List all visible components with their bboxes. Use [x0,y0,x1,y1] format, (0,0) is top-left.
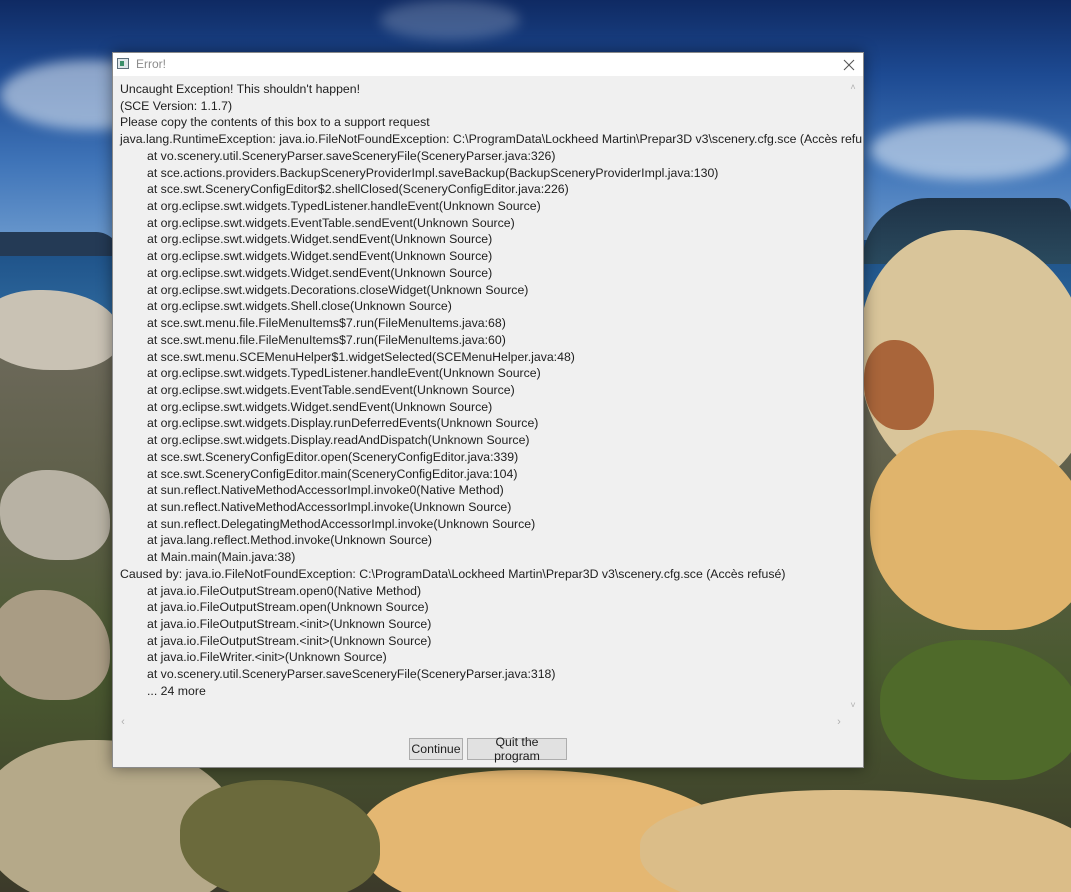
stack-trace-line: at org.eclipse.swt.widgets.Widget.sendEv… [147,232,493,247]
stack-trace-line: at org.eclipse.swt.widgets.TypedListener… [147,199,541,214]
stack-trace-line: at sun.reflect.NativeMethodAccessorImpl.… [147,499,512,514]
stack-trace-line: at java.io.FileWriter.<init>(Unknown Sou… [147,650,387,665]
close-button[interactable] [835,53,863,76]
continue-button[interactable]: Continue [409,738,463,760]
stack-trace-line: at sce.actions.providers.BackupSceneryPr… [147,165,719,180]
wallpaper-cloud [380,0,520,40]
stack-trace-line: at vo.scenery.util.SceneryParser.saveSce… [147,148,556,163]
stack-trace-line: at sun.reflect.NativeMethodAccessorImpl.… [147,483,504,498]
wallpaper-cloud [870,120,1070,180]
exception-text-area[interactable]: Uncaught Exception! This shouldn't happe… [114,77,862,711]
scroll-left-arrow-icon[interactable]: ‹ [117,715,129,729]
message-line: java.lang.RuntimeException: java.io.File… [120,132,862,147]
stack-trace-line: at org.eclipse.swt.widgets.EventTable.se… [147,382,515,397]
message-line: Uncaught Exception! This shouldn't happe… [120,82,361,96]
title-bar[interactable]: Error! [113,53,863,76]
exception-message[interactable]: Uncaught Exception! This shouldn't happe… [120,81,862,700]
java-app-icon [117,58,129,69]
stack-trace-line: at java.io.FileOutputStream.<init>(Unkno… [147,633,432,648]
scroll-up-arrow-icon[interactable]: ˄ [847,81,859,93]
stack-trace-line: at org.eclipse.swt.widgets.Display.readA… [147,433,530,448]
stack-trace-line: at org.eclipse.swt.widgets.EventTable.se… [147,215,515,230]
error-dialog: Error! Uncaught Exception! This shouldn'… [112,52,864,768]
stack-trace-line: at sce.swt.SceneryConfigEditor.open(Scen… [147,449,519,464]
stack-trace-line: at org.eclipse.swt.widgets.Shell.close(U… [147,299,452,314]
stack-trace-line: at sce.swt.menu.SCEMenuHelper$1.widgetSe… [147,349,575,364]
vertical-scrollbar[interactable]: ˄ ˅ [847,81,859,711]
stack-trace-line: at org.eclipse.swt.widgets.Display.runDe… [147,416,539,431]
wallpaper-rock [640,790,1071,892]
close-icon [843,59,855,70]
stack-trace-line: at org.eclipse.swt.widgets.Decorations.c… [147,282,529,297]
quit-program-button[interactable]: Quit the program [467,735,567,763]
scroll-down-arrow-icon[interactable]: ˅ [847,699,859,711]
stack-trace-line: at Main.main(Main.java:38) [147,550,296,565]
stack-trace-line: at java.io.FileOutputStream.open0(Native… [147,583,422,598]
stack-trace-line: at java.io.FileOutputStream.<init>(Unkno… [147,617,432,631]
stack-trace-line: at sce.swt.menu.file.FileMenuItems$7.run… [147,332,506,347]
window-title: Error! [136,57,166,71]
stack-trace-line: at java.lang.reflect.Method.invoke(Unkno… [147,533,433,548]
stack-trace-line: at org.eclipse.swt.widgets.Widget.sendEv… [147,265,493,280]
stack-trace-line: at sce.swt.menu.file.FileMenuItems$7.run… [147,316,506,331]
horizontal-scrollbar[interactable]: ‹ › [117,715,845,729]
stack-trace-line: at org.eclipse.swt.widgets.Widget.sendEv… [147,399,493,414]
message-line: Caused by: java.io.FileNotFoundException… [120,566,786,581]
stack-trace-line: at vo.scenery.util.SceneryParser.saveSce… [147,667,556,682]
stack-trace-line: at sce.swt.SceneryConfigEditor$2.shellCl… [147,182,569,197]
wallpaper-hill [0,232,120,256]
stack-trace-line: at org.eclipse.swt.widgets.TypedListener… [147,366,541,381]
stack-trace-line: at java.io.FileOutputStream.open(Unknown… [147,600,429,615]
stack-trace-line: at org.eclipse.swt.widgets.Widget.sendEv… [147,249,493,264]
stack-trace-line: at sun.reflect.DelegatingMethodAccessorI… [147,516,536,531]
message-line: (SCE Version: 1.1.7) [120,98,233,113]
message-line: Please copy the contents of this box to … [120,115,430,130]
wallpaper-rock [880,640,1071,780]
stack-trace-line: ... 24 more [147,683,206,698]
stack-trace-line: at sce.swt.SceneryConfigEditor.main(Scen… [147,466,518,481]
scroll-right-arrow-icon[interactable]: › [833,715,845,729]
